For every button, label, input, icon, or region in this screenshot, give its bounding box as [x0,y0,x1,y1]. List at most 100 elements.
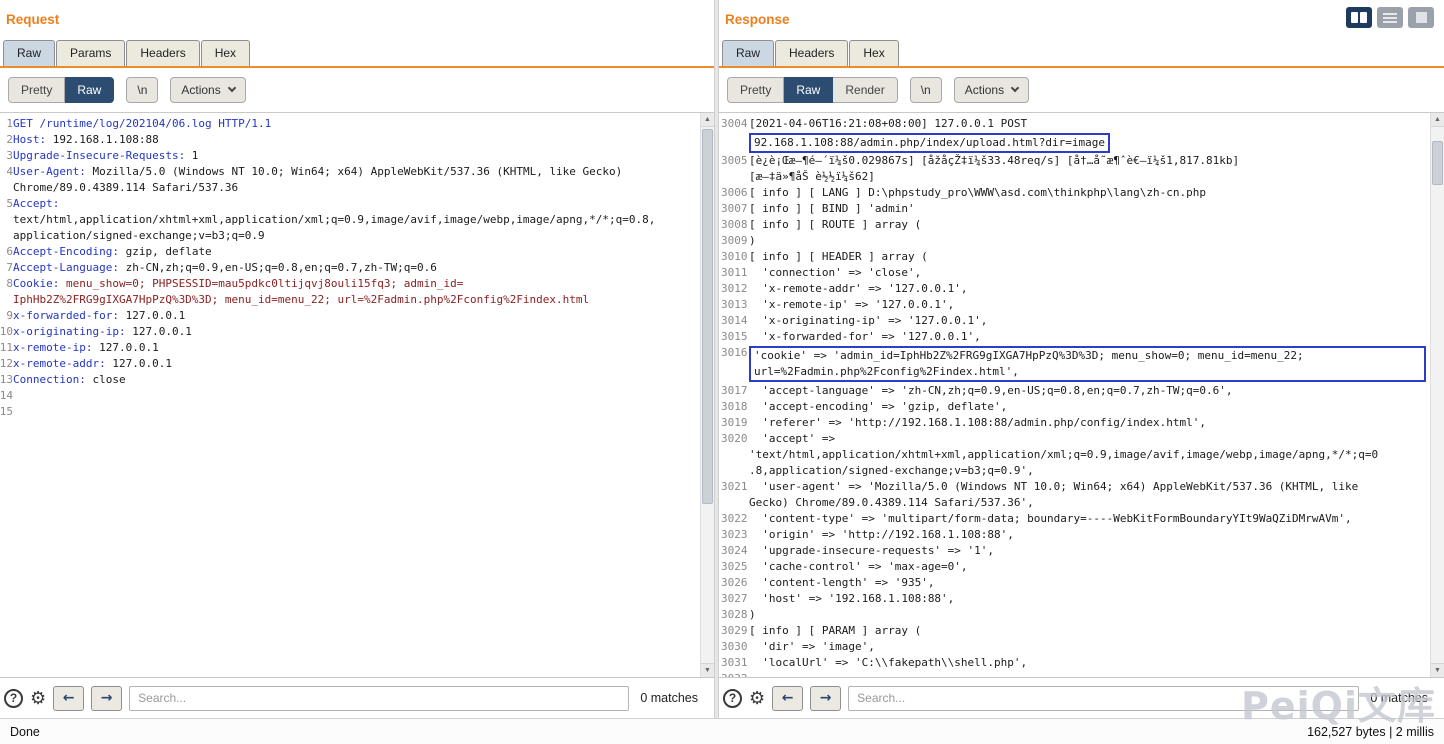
code-line: 3025 'cache-control' => 'max-age=0', [719,559,1430,575]
actions-label: Actions [965,83,1004,97]
response-actions-button[interactable]: Actions [954,77,1029,103]
tab-params[interactable]: Params [56,40,125,66]
code-line: 14 [0,388,700,404]
line-number: 3022 [719,511,749,527]
line-number: 3 [0,148,13,164]
line-number: 14 [0,388,13,404]
code-line: 3028) [719,607,1430,623]
line-number: 3018 [719,399,749,415]
request-panel: Request RawParamsHeadersHex PrettyRaw \n… [0,0,714,718]
tab-headers[interactable]: Headers [126,40,199,66]
search-input[interactable] [129,686,629,711]
request-editor-content[interactable]: 1GET /runtime/log/202104/06.log HTTP/1.1… [0,113,700,677]
line-number: 3020 [719,431,749,479]
response-editor-content[interactable]: 3004[2021-04-06T16:21:08+08:00] 127.0.0.… [719,113,1430,677]
request-scrollbar[interactable]: ▲ ▼ [700,113,714,677]
scrollbar-thumb[interactable] [1432,141,1443,185]
scroll-up-icon[interactable]: ▲ [701,113,715,127]
line-number: 3017 [719,383,749,399]
tab-raw[interactable]: Raw [3,40,55,66]
scroll-down-icon[interactable]: ▼ [701,663,715,677]
code-line: 2Host: 192.168.1.108:88 [0,132,700,148]
help-icon[interactable]: ? [723,689,742,708]
request-editor[interactable]: 1GET /runtime/log/202104/06.log HTTP/1.1… [0,112,714,678]
code-line: 3006[ info ] [ LANG ] D:\phpstudy_pro\WW… [719,185,1430,201]
line-number: 8 [0,276,13,308]
single-pane-icon[interactable] [1408,7,1434,28]
scrollbar-thumb[interactable] [702,129,713,504]
view-mode-render[interactable]: Render [833,77,897,103]
scrollbar-track[interactable] [1431,127,1444,663]
request-view-modes: PrettyRaw [8,77,114,103]
line-number: 3031 [719,655,749,671]
next-match-button[interactable]: → [810,686,841,711]
response-view-modes: PrettyRawRender [727,77,898,103]
actions-label: Actions [181,83,220,97]
response-newline-button[interactable]: \n [910,77,942,103]
scroll-down-icon[interactable]: ▼ [1431,663,1444,677]
code-line: 3014 'x-originating-ip' => '127.0.0.1', [719,313,1430,329]
chevron-down-icon [227,84,235,92]
line-number: 11 [0,340,13,356]
status-done: Done [10,725,40,739]
code-line: 3016'cookie' => 'admin_id=IphHb2Z%2FRG9g… [719,345,1430,383]
help-icon[interactable]: ? [4,689,23,708]
layout-controls [1346,7,1434,28]
gear-icon[interactable]: ⚙ [749,689,765,707]
next-match-button[interactable]: → [91,686,122,711]
code-line: 3030 'dir' => 'image', [719,639,1430,655]
view-mode-pretty[interactable]: Pretty [727,77,784,103]
code-line: 3015 'x-forwarded-for' => '127.0.0.1', [719,329,1430,345]
code-line: 15 [0,404,700,420]
view-mode-pretty[interactable]: Pretty [8,77,65,103]
code-line: 3007[ info ] [ BIND ] 'admin' [719,201,1430,217]
code-line: 3012 'x-remote-addr' => '127.0.0.1', [719,281,1430,297]
tab-raw[interactable]: Raw [722,40,774,66]
prev-match-button[interactable]: ← [53,686,84,711]
view-mode-raw[interactable]: Raw [784,77,833,103]
line-number: 3027 [719,591,749,607]
tab-hex[interactable]: Hex [201,40,250,66]
prev-match-button[interactable]: ← [772,686,803,711]
request-newline-button[interactable]: \n [126,77,158,103]
request-actions-button[interactable]: Actions [170,77,245,103]
tab-hex[interactable]: Hex [849,40,898,66]
rows-icon[interactable] [1377,7,1403,28]
scrollbar-track[interactable] [701,127,714,663]
code-line: 3004[2021-04-06T16:21:08+08:00] 127.0.0.… [719,116,1430,153]
line-number: 3010 [719,249,749,265]
scroll-up-icon[interactable]: ▲ [1431,113,1444,127]
code-line: 3021 'user-agent' => 'Mozilla/5.0 (Windo… [719,479,1430,511]
line-number: 1 [0,116,13,132]
match-count: 0 matches [640,691,698,705]
line-number: 3023 [719,527,749,543]
response-scrollbar[interactable]: ▲ ▼ [1430,113,1444,677]
gear-icon[interactable]: ⚙ [30,689,46,707]
code-line: 3022 'content-type' => 'multipart/form-d… [719,511,1430,527]
code-line: 3023 'origin' => 'http://192.168.1.108:8… [719,527,1430,543]
code-line: 13Connection: close [0,372,700,388]
line-number: 3013 [719,297,749,313]
view-mode-raw[interactable]: Raw [65,77,114,103]
code-line: 5Accept:text/html,application/xhtml+xml,… [0,196,700,244]
code-line: 3Upgrade-Insecure-Requests: 1 [0,148,700,164]
match-count: 0 matches [1370,691,1428,705]
line-number: 3029 [719,623,749,639]
code-line: 4User-Agent: Mozilla/5.0 (Windows NT 10.… [0,164,700,196]
line-number: 10 [0,324,13,340]
line-number: 5 [0,196,13,244]
search-input[interactable] [848,686,1359,711]
line-number: 3024 [719,543,749,559]
line-number: 4 [0,164,13,196]
request-header: Request [0,0,714,36]
code-line: 9x-forwarded-for: 127.0.0.1 [0,308,700,324]
response-panel: Response RawHeadersHex PrettyRawRender \… [719,0,1444,718]
code-line: 3027 'host' => '192.168.1.108:88', [719,591,1430,607]
split-columns-icon[interactable] [1346,7,1372,28]
request-tabs: RawParamsHeadersHex [0,36,714,68]
tab-headers[interactable]: Headers [775,40,848,66]
response-tabs: RawHeadersHex [719,36,1444,68]
chevron-down-icon [1011,84,1019,92]
line-number: 3030 [719,639,749,655]
response-editor[interactable]: 3004[2021-04-06T16:21:08+08:00] 127.0.0.… [719,112,1444,678]
